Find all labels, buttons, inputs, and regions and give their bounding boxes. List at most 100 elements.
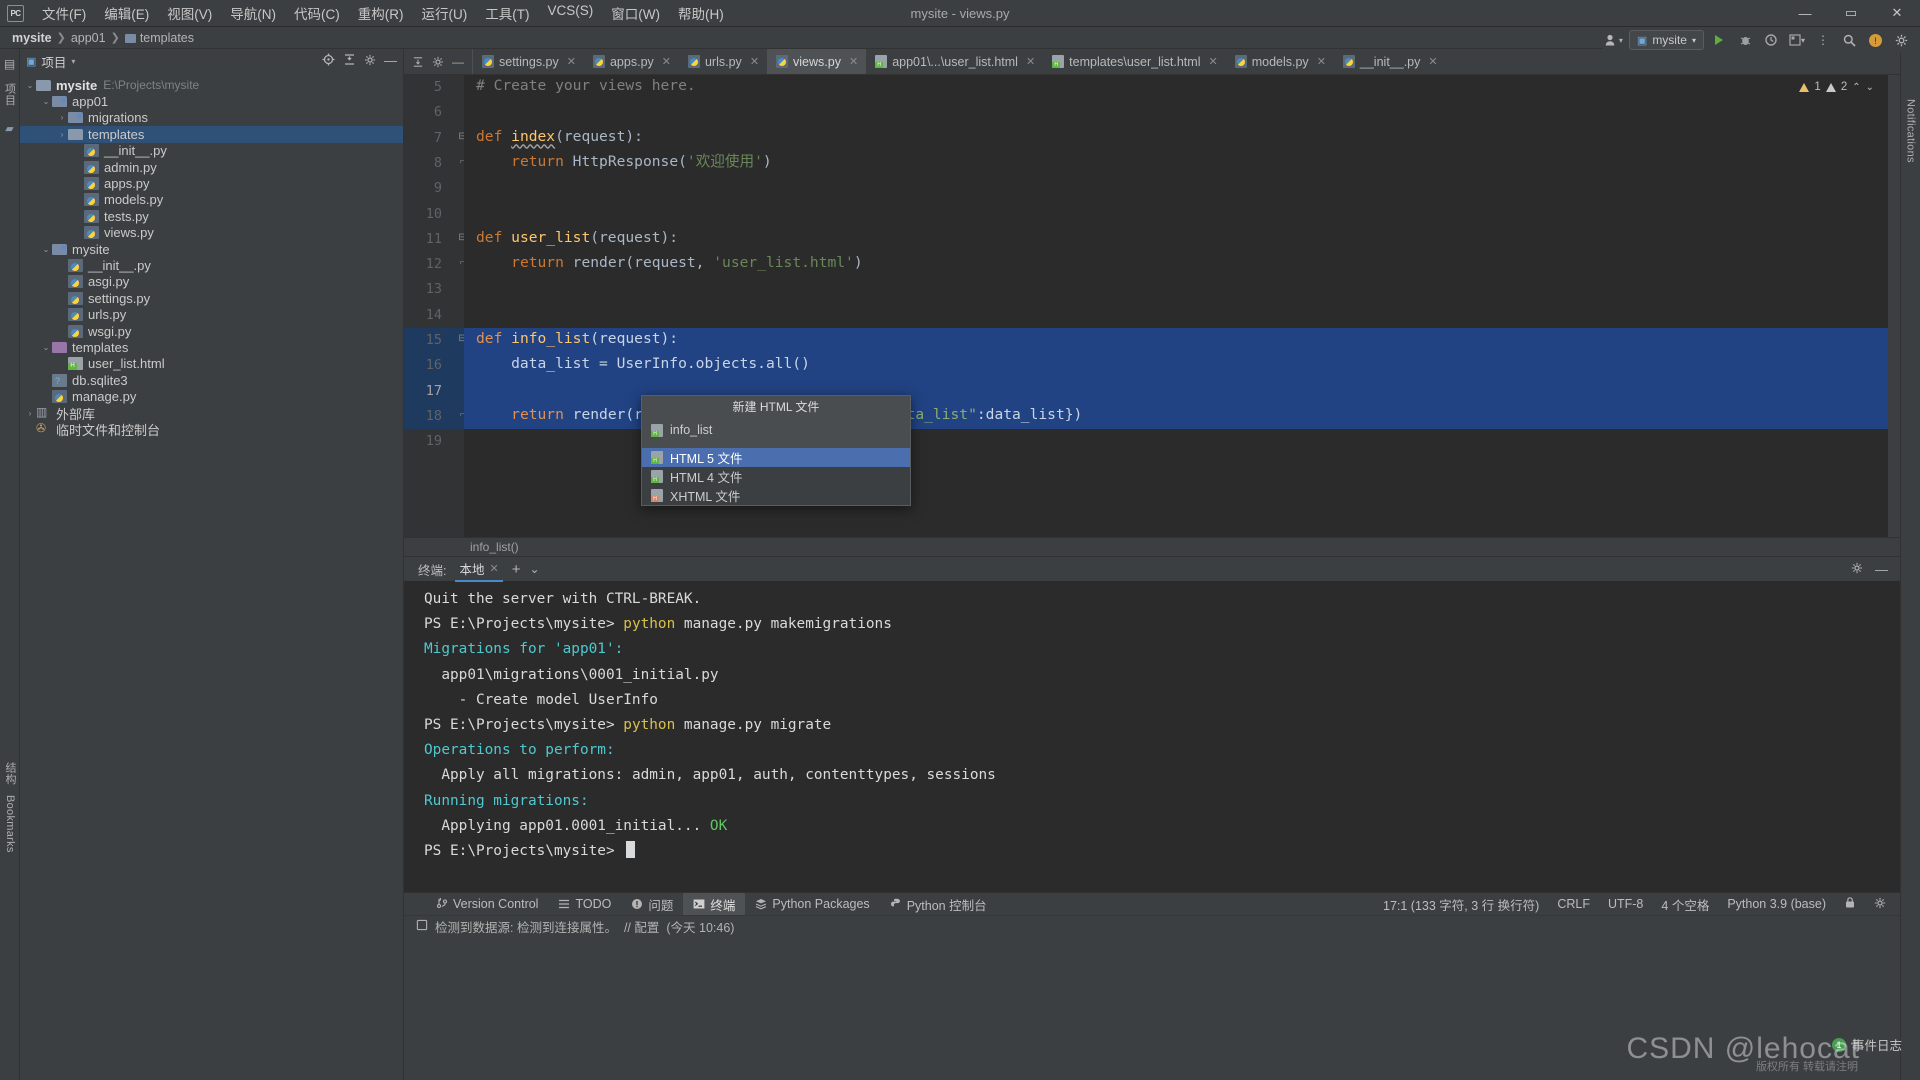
project-tool-icon[interactable]: ▤ xyxy=(4,57,15,71)
close-icon[interactable]: ✕ xyxy=(1317,55,1326,68)
run-button[interactable] xyxy=(1708,30,1730,50)
status-tool-问题[interactable]: 问题 xyxy=(621,893,683,916)
popup-option-0[interactable]: HTML 5 文件 xyxy=(642,448,910,467)
menu-5[interactable]: 重构(R) xyxy=(349,0,413,27)
close-button[interactable]: ✕ xyxy=(1874,0,1920,26)
tree-item-app01[interactable]: ⌄ app01 xyxy=(20,93,403,109)
status-tool-Version-Control[interactable]: Version Control xyxy=(426,893,548,916)
bookmarks-tool-label[interactable]: Bookmarks xyxy=(4,795,16,853)
editor-tab-templates-user_list-html[interactable]: templates\user_list.html ✕ xyxy=(1043,49,1226,74)
status-tool-Python-控制台[interactable]: Python 控制台 xyxy=(880,893,997,916)
new-terminal-icon[interactable]: + xyxy=(512,561,521,578)
tree-item-migrations[interactable]: › migrations xyxy=(20,110,403,126)
collapse-all-icon[interactable] xyxy=(343,53,356,69)
project-tree[interactable]: ⌄ mysite E:\Projects\mysite ⌄ app01 › migratio… xyxy=(20,73,403,438)
hide-panel-icon[interactable]: — xyxy=(384,54,397,67)
status-tool-Python-Packages[interactable]: Python Packages xyxy=(745,893,879,916)
menu-3[interactable]: 导航(N) xyxy=(221,0,285,27)
code-editor[interactable]: 5 6 7 ⊟ 8 ⌐ 9 10 11 ⊟ 12 ⌐ 13 14 15 ⊟ 16 17 18 ⌐ 19 # Create… xyxy=(404,75,1900,537)
more-actions-icon[interactable]: ⋮ xyxy=(1812,30,1834,50)
tree-item-manage-py[interactable]: manage.py xyxy=(20,388,403,404)
hide-editor-icon[interactable]: — xyxy=(449,53,467,71)
tree-item-apps-py[interactable]: apps.py xyxy=(20,175,403,191)
prev-problem-icon[interactable]: ⌃ xyxy=(1852,82,1860,93)
chevron-down-icon[interactable]: ⌄ xyxy=(24,81,36,90)
chevron-down-icon[interactable]: ⌄ xyxy=(40,97,52,106)
settings-gear-icon[interactable] xyxy=(1890,30,1912,50)
chevron-down-icon[interactable]: ⌄ xyxy=(40,343,52,352)
expand-editor-icon[interactable] xyxy=(409,53,427,71)
tree-item-mysite[interactable]: ⌄ mysite E:\Projects\mysite xyxy=(20,77,403,93)
breadcrumb-item-app01[interactable]: app01 xyxy=(68,31,109,45)
menu-2[interactable]: 视图(V) xyxy=(158,0,221,27)
chevron-down-icon[interactable]: ▾ xyxy=(71,57,75,66)
tree-item-admin-py[interactable]: admin.py xyxy=(20,159,403,175)
terminal-settings-gear-icon[interactable] xyxy=(1851,562,1863,577)
close-icon[interactable]: ✕ xyxy=(1026,55,1035,68)
tree-item-urls-py[interactable]: urls.py xyxy=(20,306,403,322)
menu-7[interactable]: 工具(T) xyxy=(476,0,538,27)
maximize-button[interactable]: ▭ xyxy=(1828,0,1874,26)
editor-tab-urls-py[interactable]: urls.py ✕ xyxy=(679,49,767,74)
project-settings-gear-icon[interactable] xyxy=(364,54,376,69)
project-tool-label[interactable]: 项目 xyxy=(2,83,18,106)
menu-0[interactable]: 文件(F) xyxy=(33,0,95,27)
caret-position[interactable]: 17:1 (133 字符, 3 行 换行符) xyxy=(1383,895,1539,914)
status-tool-TODO[interactable]: TODO xyxy=(548,893,621,916)
structure-tool-label[interactable]: 结构 xyxy=(2,762,18,785)
line-separator[interactable]: CRLF xyxy=(1557,897,1590,911)
popup-option-2[interactable]: XHTML 文件 xyxy=(642,486,910,505)
close-icon[interactable]: ✕ xyxy=(567,55,576,68)
tree-item-外部库[interactable]: ›外部库 xyxy=(20,405,403,422)
editor-tab-settings-py[interactable]: settings.py ✕ xyxy=(473,49,584,74)
profile-button[interactable] xyxy=(1760,30,1782,50)
run-configuration-selector[interactable]: ▣ mysite ▾ xyxy=(1628,30,1704,50)
close-icon[interactable]: ✕ xyxy=(849,55,858,68)
tree-item-user_list-html[interactable]: user_list.html xyxy=(20,356,403,372)
folder-tool-icon[interactable]: ▰ xyxy=(5,122,13,135)
lock-icon[interactable] xyxy=(1844,896,1856,912)
tree-item-templates[interactable]: › templates xyxy=(20,126,403,143)
debug-button[interactable] xyxy=(1734,30,1756,50)
chevron-right-icon[interactable]: › xyxy=(56,130,68,139)
chevron-down-icon[interactable]: ⌄ xyxy=(40,245,52,254)
chevron-right-icon[interactable]: › xyxy=(56,113,68,122)
status-gear-icon[interactable] xyxy=(1874,897,1886,912)
python-interpreter[interactable]: Python 3.9 (base) xyxy=(1727,897,1826,911)
tree-item-asgi-py[interactable]: asgi.py xyxy=(20,274,403,290)
tree-item-templates[interactable]: ⌄ templates xyxy=(20,339,403,355)
menu-4[interactable]: 代码(C) xyxy=(285,0,349,27)
tree-item-wsgi-py[interactable]: wsgi.py xyxy=(20,323,403,339)
chevron-right-icon[interactable]: › xyxy=(24,409,36,418)
menu-1[interactable]: 编辑(E) xyxy=(95,0,158,27)
editor-tab-apps-py[interactable]: apps.py ✕ xyxy=(584,49,679,74)
tree-item-__init__-py[interactable]: __init__.py xyxy=(20,143,403,159)
popup-options[interactable]: HTML 5 文件 HTML 4 文件 XHTML 文件 xyxy=(642,448,910,505)
terminal-hide-icon[interactable]: — xyxy=(1875,562,1888,577)
close-icon[interactable]: ✕ xyxy=(1208,55,1217,68)
terminal-tab-local[interactable]: 本地 ✕ xyxy=(455,556,503,582)
editor-tab-app01-----user_list-html[interactable]: app01\...\user_list.html ✕ xyxy=(866,49,1043,74)
close-icon[interactable]: ✕ xyxy=(750,55,759,68)
indent-setting[interactable]: 4 个空格 xyxy=(1661,895,1709,914)
tree-item-mysite[interactable]: ⌄ mysite xyxy=(20,241,403,257)
file-encoding[interactable]: UTF-8 xyxy=(1608,897,1643,911)
terminal-dropdown-icon[interactable]: ⌄ xyxy=(529,562,539,576)
tree-item-db-sqlite3[interactable]: db.sqlite3 xyxy=(20,372,403,388)
tree-item-__init__-py[interactable]: __init__.py xyxy=(20,257,403,273)
locate-file-icon[interactable] xyxy=(322,53,335,69)
editor-tab-models-py[interactable]: models.py ✕ xyxy=(1226,49,1334,74)
event-log-indicator[interactable]: 1 事件日志 xyxy=(1831,1035,1902,1054)
close-icon[interactable]: ✕ xyxy=(490,562,499,575)
menu-8[interactable]: VCS(S) xyxy=(539,0,603,27)
tree-item-tests-py[interactable]: tests.py xyxy=(20,208,403,224)
status-tool-终端[interactable]: 终端 xyxy=(683,892,746,916)
right-marker-gutter[interactable] xyxy=(1888,75,1900,537)
breadcrumb-item-templates[interactable]: templates xyxy=(122,31,197,45)
terminal-output[interactable]: Quit the server with CTRL-BREAK. PS E:\Pr… xyxy=(404,581,1900,892)
tree-item-models-py[interactable]: models.py xyxy=(20,192,403,208)
popup-option-1[interactable]: HTML 4 文件 xyxy=(642,467,910,486)
tree-item-settings-py[interactable]: settings.py xyxy=(20,290,403,306)
tree-item-临时文件和控制台[interactable]: 临时文件和控制台 xyxy=(20,421,403,437)
notifications-icon[interactable]: ! xyxy=(1864,30,1886,50)
